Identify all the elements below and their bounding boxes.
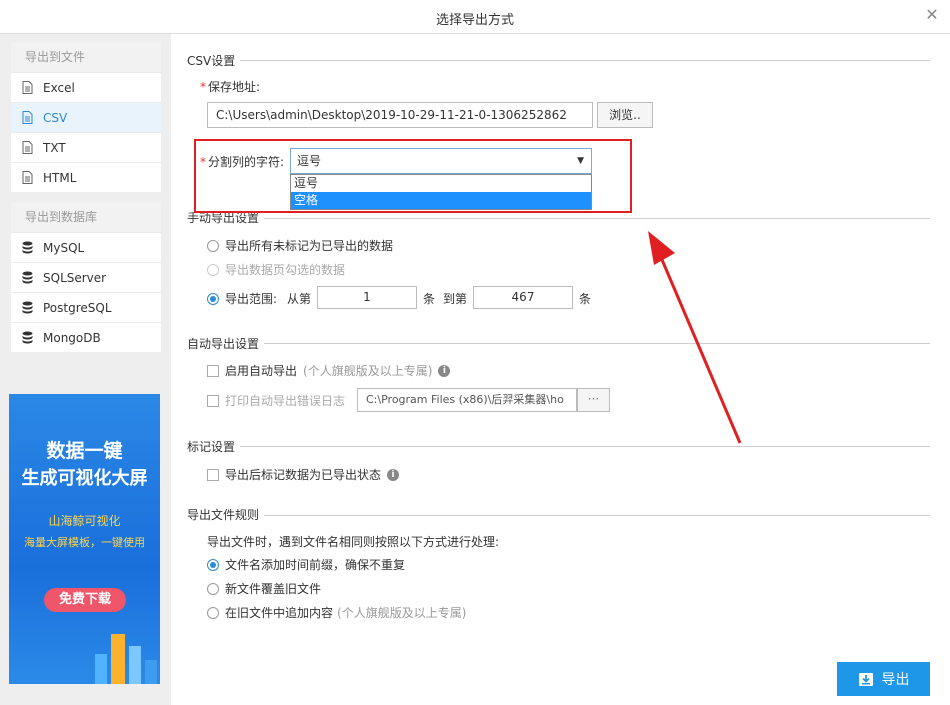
radio-button[interactable] [207, 292, 219, 305]
log-path-input[interactable]: C:\Program Files (x86)\后羿采集器\ho [357, 388, 577, 412]
radio-export-unexported[interactable]: 导出所有未标记为已导出的数据 [207, 237, 393, 254]
file-export-group: 导出到文件 Excel CSV TXT HTML [11, 42, 161, 192]
sidebar-item-mongodb[interactable]: MongoDB [11, 322, 161, 352]
sidebar-item-label: CSV [43, 110, 68, 125]
section-title-mark: 标记设置 [187, 440, 236, 454]
checkbox[interactable] [207, 468, 219, 481]
print-error-log-checkbox[interactable]: 打印自动导出错误日志 [207, 392, 345, 409]
log-path-browse-button[interactable]: ··· [577, 388, 610, 412]
section-divider [264, 218, 930, 219]
save-path-label: * 保存地址: [200, 80, 261, 94]
sidebar-item-label: TXT [43, 140, 66, 155]
sidebar-item-label: HTML [43, 170, 77, 185]
file-icon [21, 141, 33, 154]
sidebar-item-label: MySQL [43, 240, 85, 255]
section-title-rules: 导出文件规则 [187, 508, 260, 522]
free-download-button[interactable]: 免费下载 [44, 588, 126, 612]
database-icon [21, 301, 33, 314]
checkbox[interactable] [207, 394, 219, 407]
title-bar: 选择导出方式 ✕ [0, 0, 950, 34]
info-icon[interactable]: i [438, 364, 451, 377]
premium-note: (个人旗舰版及以上专属) [337, 606, 467, 620]
close-icon[interactable]: ✕ [922, 5, 942, 25]
mark-exported-checkbox[interactable]: 导出后标记数据为已导出状态 i [207, 466, 400, 483]
section-title-auto: 自动导出设置 [187, 337, 260, 351]
sidebar-item-txt[interactable]: TXT [11, 132, 161, 162]
dialog-title: 选择导出方式 [435, 13, 514, 28]
range-unit-label: 条 [579, 292, 592, 306]
file-icon [21, 171, 33, 184]
section-title-csv: CSV设置 [187, 54, 236, 68]
radio-export-selected[interactable]: 导出数据页勾选的数据 [207, 261, 345, 278]
promo-tagline: 海量大屏模板，一键使用 [24, 536, 145, 549]
rules-intro: 导出文件时，遇到文件名相同则按照以下方式进行处理: [207, 535, 500, 549]
export-button-label: 导出 [881, 672, 910, 688]
radio-button[interactable] [207, 239, 219, 252]
radio-rule-append[interactable]: 在旧文件中追加内容 (个人旗舰版及以上专属) [207, 604, 466, 621]
range-from-input[interactable]: 1 [317, 286, 417, 309]
sidebar-item-excel[interactable]: Excel [11, 72, 161, 102]
bar-chart-illustration-icon [95, 634, 157, 684]
section-divider [240, 60, 930, 61]
radio-button[interactable] [207, 606, 219, 619]
range-from-label: 从第 [287, 292, 312, 306]
radio-button[interactable] [207, 263, 219, 276]
group-header-db: 导出到数据库 [11, 202, 161, 232]
section-divider [240, 446, 930, 447]
browse-button[interactable]: 浏览.. [597, 102, 653, 128]
section-divider [264, 515, 930, 516]
sidebar-item-html[interactable]: HTML [11, 162, 161, 192]
promo-headline-1: 数据一键 [46, 440, 123, 462]
info-icon[interactable]: i [387, 468, 400, 481]
sidebar-item-postgresql[interactable]: PostgreSQL [11, 292, 161, 322]
enable-auto-export-checkbox[interactable]: 启用自动导出 (个人旗舰版及以上专属) i [207, 362, 451, 379]
database-icon [21, 331, 33, 344]
sidebar-item-mysql[interactable]: MySQL [11, 232, 161, 262]
radio-rule-overwrite[interactable]: 新文件覆盖旧文件 [207, 580, 321, 597]
download-icon [858, 673, 873, 686]
sidebar-item-sqlserver[interactable]: SQLServer [11, 262, 161, 292]
section-divider [264, 343, 930, 344]
promo-brand: 山海鲸可视化 [48, 514, 121, 528]
radio-button[interactable] [207, 582, 219, 595]
sidebar-item-label: SQLServer [43, 270, 107, 285]
radio-button[interactable] [207, 558, 219, 571]
promo-headline-2: 生成可视化大屏 [21, 468, 148, 489]
save-path-input[interactable]: C:\Users\admin\Desktop\2019-10-29-11-21-… [207, 102, 593, 128]
file-icon [21, 81, 33, 94]
sidebar-item-csv[interactable]: CSV [11, 102, 161, 132]
export-button[interactable]: 导出 [837, 662, 930, 696]
range-unit-label: 条 [423, 292, 436, 306]
premium-note: (个人旗舰版及以上专属) [303, 364, 433, 378]
db-export-group: 导出到数据库 MySQL SQLServer PostgreSQL MongoD… [11, 202, 161, 352]
sidebar-item-label: Excel [43, 80, 75, 95]
database-icon [21, 271, 33, 284]
group-header-file: 导出到文件 [11, 42, 161, 72]
range-to-label: 到第 [443, 292, 468, 306]
checkbox[interactable] [207, 364, 219, 377]
radio-export-range[interactable]: 导出范围: [207, 290, 277, 307]
range-to-input[interactable]: 467 [473, 286, 573, 309]
annotation-highlight-box [194, 139, 632, 213]
sidebar-item-label: MongoDB [43, 330, 101, 345]
promo-banner[interactable]: 数据一键 生成可视化大屏 山海鲸可视化 海量大屏模板，一键使用 免费下载 [9, 394, 160, 684]
file-icon [21, 111, 33, 124]
sidebar-item-label: PostgreSQL [43, 300, 112, 315]
radio-rule-timestamp[interactable]: 文件名添加时间前缀，确保不重复 [207, 556, 405, 573]
annotation-arrow-icon [648, 231, 742, 444]
database-icon [21, 241, 33, 254]
